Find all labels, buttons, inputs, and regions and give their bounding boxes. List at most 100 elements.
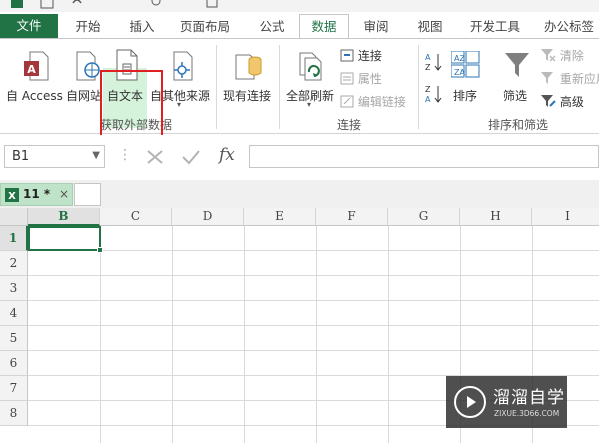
edit-links-button[interactable]: 编辑链接	[340, 93, 406, 110]
cancel-icon[interactable]	[146, 149, 164, 165]
tab-view[interactable]: 视图	[408, 15, 452, 39]
fill-handle[interactable]	[97, 247, 103, 253]
clear-button[interactable]: 清除	[540, 47, 584, 64]
connections-icon	[340, 49, 354, 62]
print-preview-icon[interactable]	[150, 0, 164, 9]
advanced-label: 高级	[559, 95, 584, 109]
tab-data[interactable]: 数据	[299, 14, 349, 39]
svg-text:A: A	[27, 63, 36, 76]
sort-button[interactable]: AZ ZA 排序	[450, 47, 482, 107]
enter-icon[interactable]	[181, 149, 201, 165]
dropdown-arrow-icon: ▾	[307, 100, 312, 109]
document-tab-label: 11 *	[23, 187, 51, 201]
grid-row-line	[28, 275, 599, 276]
reapply-button[interactable]: 重新应用	[540, 70, 599, 87]
connections-button[interactable]: 连接	[340, 47, 382, 64]
insert-function-icon[interactable]: fx	[219, 145, 235, 165]
column-header[interactable]: I	[532, 208, 599, 226]
properties-label: 属性	[357, 72, 382, 86]
name-box-value: B1	[12, 149, 30, 164]
name-box[interactable]: B1 ▼	[4, 145, 105, 168]
clear-filter-icon	[541, 49, 556, 62]
column-header[interactable]: F	[316, 208, 388, 226]
active-cell[interactable]	[28, 226, 103, 253]
tab-office-tabs[interactable]: 办公标签	[536, 15, 599, 39]
excel-file-icon: X	[5, 188, 19, 202]
column-header[interactable]: C	[100, 208, 172, 226]
row-header[interactable]: 1	[0, 226, 28, 251]
reapply-filter-icon	[541, 72, 553, 84]
tab-review[interactable]: 审阅	[354, 15, 398, 39]
grid-row-line	[28, 350, 599, 351]
from-web-label: 自网站	[66, 89, 103, 103]
column-header[interactable]: H	[460, 208, 532, 226]
annotation-red-box	[100, 70, 163, 143]
sort-ascending-button[interactable]: A Z	[424, 51, 444, 73]
row-header[interactable]: 2	[0, 251, 28, 276]
new-tab-button[interactable]	[74, 183, 101, 206]
formula-input[interactable]	[249, 145, 599, 168]
name-box-dropdown-icon[interactable]: ▼	[92, 150, 100, 161]
row-header[interactable]: 8	[0, 401, 28, 426]
row-header[interactable]: 6	[0, 351, 28, 376]
sort-za-text: ZA	[454, 68, 465, 77]
svg-text:X: X	[8, 191, 16, 202]
ribbon-data: A 自 Access 自网站 自文本 自其他来源 ▾ 获取外部数据 现有连接 全…	[0, 38, 599, 143]
row-header[interactable]: 4	[0, 301, 28, 326]
other-sources-icon	[173, 51, 193, 81]
advanced-filter-icon	[541, 95, 556, 107]
svg-text:Z: Z	[425, 85, 431, 94]
clear-label: 清除	[559, 49, 584, 63]
column-header[interactable]: D	[172, 208, 244, 226]
sort-descending-button[interactable]: Z A	[424, 83, 444, 105]
svg-text:A: A	[425, 53, 431, 62]
refresh-all-button[interactable]: 全部刷新 ▾	[283, 47, 339, 115]
tab-formulas[interactable]: 公式	[250, 15, 294, 39]
document-tab[interactable]: X 11 * ×	[0, 183, 73, 206]
column-header[interactable]: E	[244, 208, 316, 226]
tab-page-layout[interactable]: 页面布局	[172, 15, 238, 39]
grid-column-line	[316, 226, 317, 443]
edit-links-icon	[340, 95, 354, 108]
sort-az-text: AZ	[454, 54, 465, 63]
undo-icon[interactable]	[70, 0, 84, 9]
formula-bar-grip-icon: ⋮	[118, 147, 132, 163]
grid-column-line	[100, 226, 101, 443]
select-all-corner[interactable]	[0, 208, 28, 226]
group-label-sort-filter: 排序和筛选	[488, 118, 549, 132]
properties-button[interactable]: 属性	[340, 70, 382, 87]
existing-connections-label: 现有连接	[223, 89, 272, 103]
reapply-label: 重新应用	[559, 72, 599, 86]
save-icon[interactable]	[40, 0, 54, 9]
properties-icon	[340, 72, 354, 85]
watermark-play-icon	[454, 386, 486, 418]
close-tab-icon[interactable]: ×	[59, 187, 69, 201]
open-icon[interactable]	[205, 0, 219, 9]
tab-insert[interactable]: 插入	[120, 15, 164, 39]
row-header[interactable]: 7	[0, 376, 28, 401]
existing-connections-button[interactable]: 现有连接	[220, 47, 276, 107]
tab-file[interactable]: 文件	[0, 14, 58, 39]
filter-label: 筛选	[503, 89, 528, 103]
row-header[interactable]: 3	[0, 276, 28, 301]
sort-dialog-icon: AZ ZA	[451, 51, 480, 78]
tab-developer[interactable]: 开发工具	[460, 15, 530, 39]
dropdown-arrow-icon: ▾	[177, 100, 182, 109]
ribbon-tab-row: 文件 开始 插入 页面布局 公式 数据 审阅 视图 开发工具 办公标签	[0, 12, 599, 39]
watermark-title: 溜溜自学	[493, 388, 565, 408]
column-header[interactable]: B	[28, 208, 100, 226]
column-header[interactable]: G	[388, 208, 460, 226]
row-header[interactable]: 5	[0, 326, 28, 351]
grid-column-line	[244, 226, 245, 443]
tab-home[interactable]: 开始	[66, 15, 110, 39]
filter-button[interactable]: 筛选	[500, 47, 534, 107]
sort-descending-icon: Z A	[425, 85, 442, 104]
web-icon	[76, 51, 100, 81]
existing-connections-icon	[235, 54, 262, 80]
from-web-button[interactable]: 自网站	[64, 47, 104, 107]
grid-row-line	[28, 250, 599, 251]
group-separator	[216, 45, 217, 129]
advanced-filter-button[interactable]: 高级	[540, 93, 584, 110]
connections-label: 连接	[357, 49, 382, 63]
from-access-button[interactable]: A 自 Access	[4, 47, 64, 107]
